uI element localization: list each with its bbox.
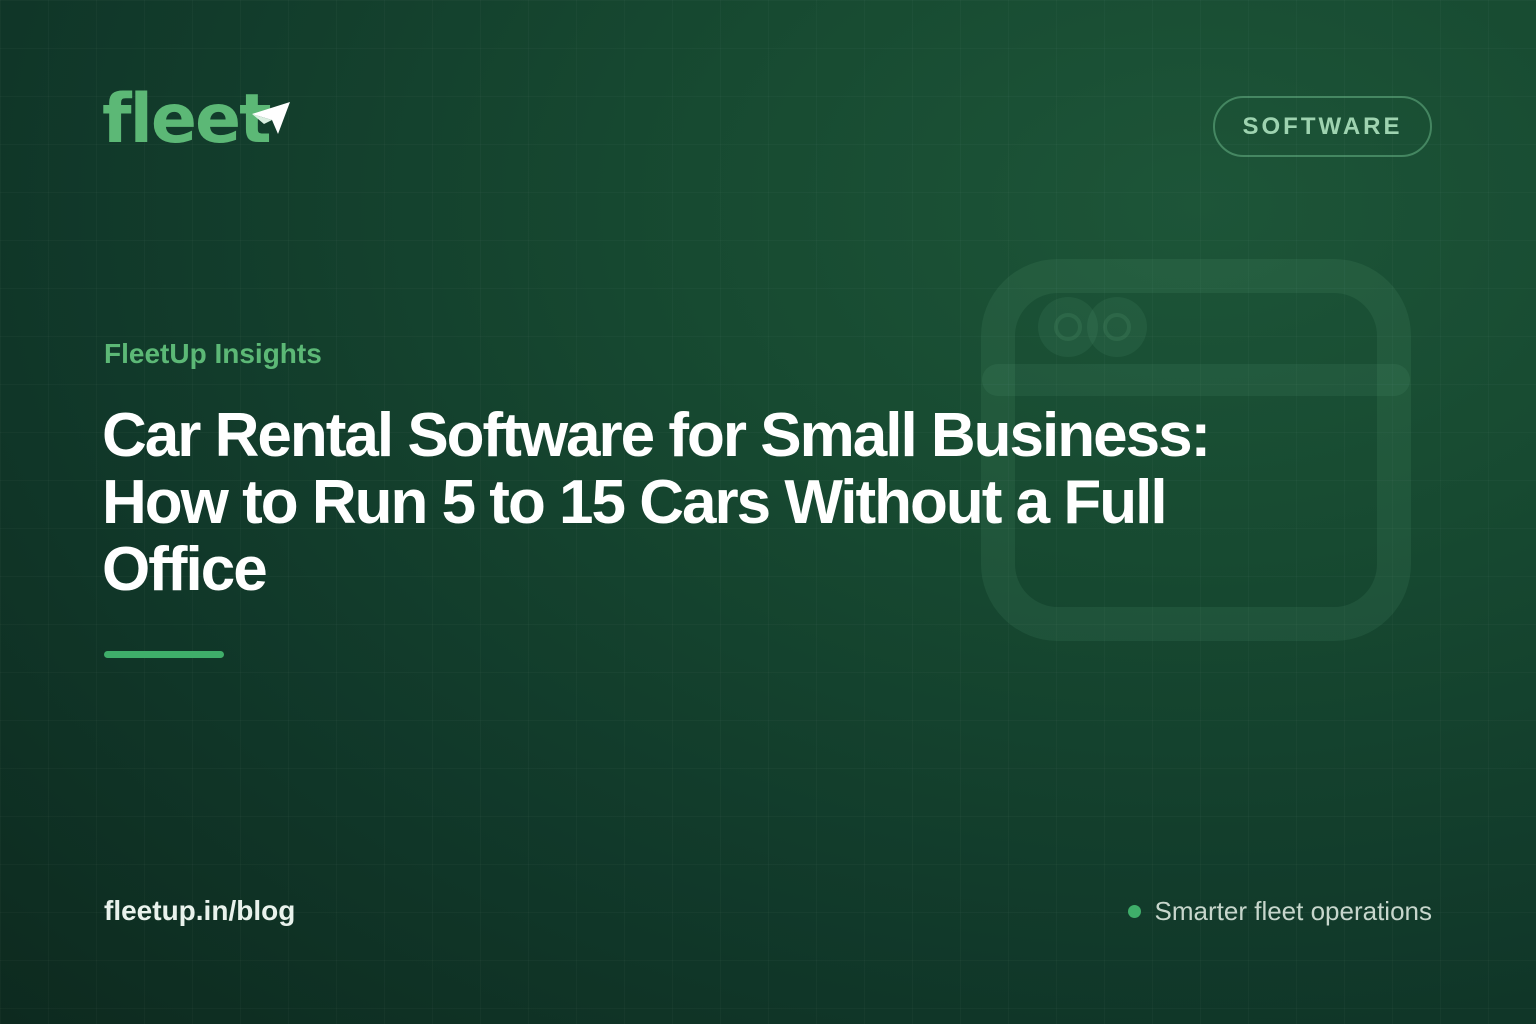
tagline-text: Smarter fleet operations xyxy=(1154,896,1432,926)
brand-logo[interactable]: fleet xyxy=(102,80,290,159)
eyebrow-label: FleetUp Insights xyxy=(104,338,322,369)
category-badge[interactable]: SOFTWARE xyxy=(1213,96,1432,157)
article-title: Car Rental Software for Small Business: … xyxy=(102,401,1211,604)
arrow-icon xyxy=(252,102,290,134)
accent-divider xyxy=(104,651,224,658)
tagline: Smarter fleet operations xyxy=(1127,896,1432,927)
logo-wordmark: fleet xyxy=(102,80,272,159)
blog-url-link[interactable]: fleetup.in/blog xyxy=(104,895,295,927)
status-dot-icon xyxy=(1127,905,1141,918)
